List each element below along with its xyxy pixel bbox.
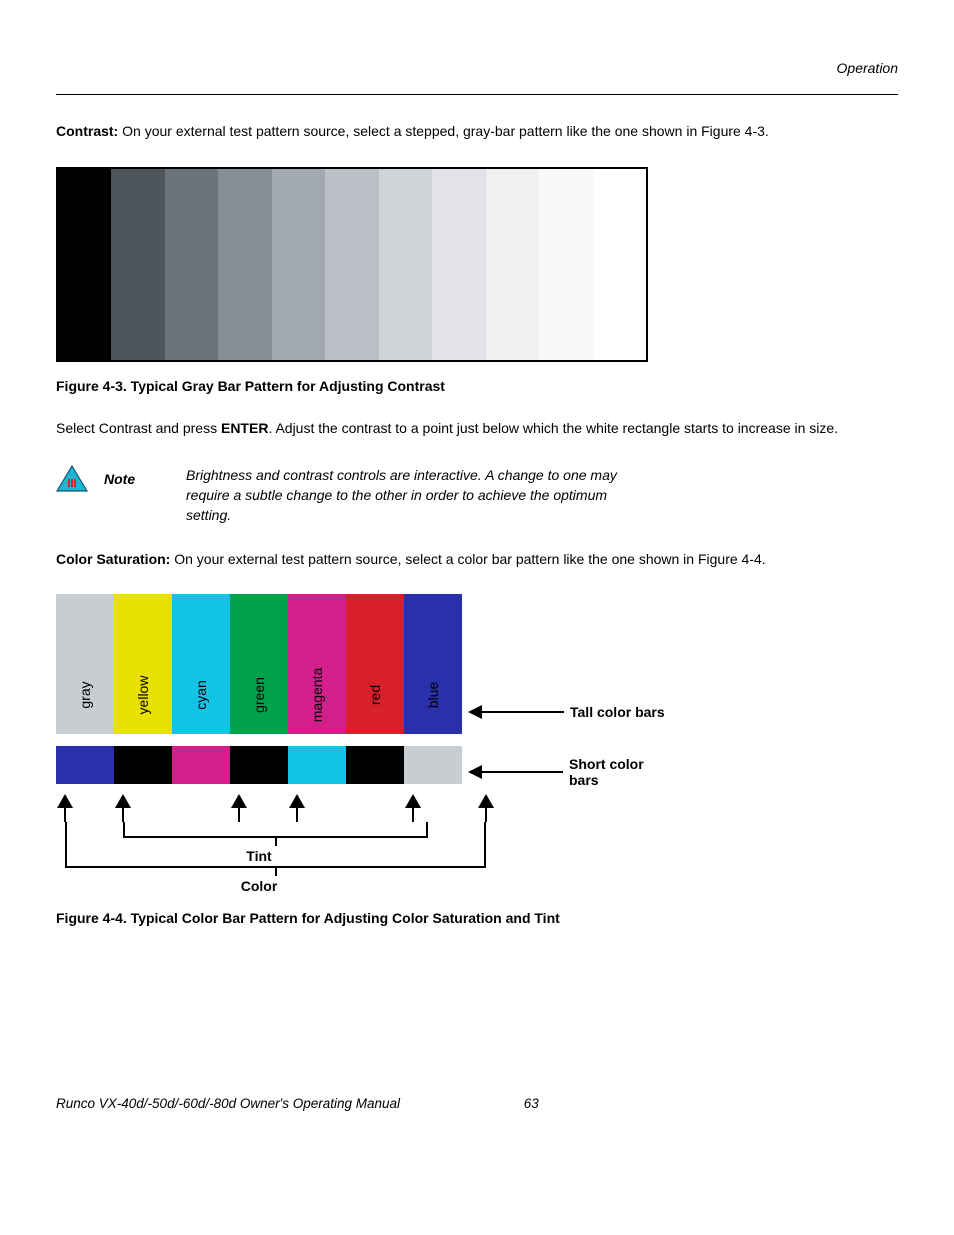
gray-bar-step	[486, 169, 539, 360]
contrast-instr-post: . Adjust the contrast to a point just be…	[268, 420, 838, 436]
contrast-instr-pre: Select Contrast and press	[56, 420, 221, 436]
gray-bar-step	[218, 169, 271, 360]
colorsat-label: Color Saturation:	[56, 551, 170, 567]
up-arrow-icon	[115, 794, 131, 808]
gray-bar-step	[325, 169, 378, 360]
footer-text: Runco VX-40d/-50d/-60d/-80d Owner's Oper…	[56, 1096, 400, 1111]
short-color-bar	[230, 746, 288, 784]
color-drop	[275, 866, 277, 876]
tall-bars-label: Tall color bars	[570, 704, 665, 720]
figure-4-4-caption: Figure 4-4. Typical Color Bar Pattern fo…	[56, 910, 898, 926]
tall-bar-label: blue	[425, 681, 441, 707]
enter-key: ENTER	[221, 420, 268, 436]
short-color-bars	[56, 746, 462, 784]
figure-4-3-caption: Figure 4-3. Typical Gray Bar Pattern for…	[56, 378, 898, 394]
tall-bars-arrow-row: Tall color bars	[468, 704, 665, 720]
short-color-bar	[346, 746, 404, 784]
arrow-left-icon	[468, 765, 563, 779]
colorsat-text: On your external test pattern source, se…	[170, 551, 765, 567]
short-bars-label: Short color bars	[569, 756, 676, 788]
tall-color-bar: magenta	[288, 594, 346, 734]
colorsat-paragraph: Color Saturation: On your external test …	[56, 549, 898, 569]
tall-bar-label: yellow	[135, 675, 151, 714]
gray-bar-step	[539, 169, 592, 360]
note-triangle-icon	[56, 465, 88, 493]
gray-bar-step	[593, 169, 646, 360]
gray-bar-step	[58, 169, 111, 360]
page-footer: Runco VX-40d/-50d/-60d/-80d Owner's Oper…	[56, 1096, 898, 1111]
color-bracket	[65, 822, 486, 868]
gray-bar-step	[432, 169, 485, 360]
tall-color-bar: yellow	[114, 594, 172, 734]
contrast-text: On your external test pattern source, se…	[118, 123, 769, 139]
tall-color-bar: blue	[404, 594, 462, 734]
tall-bar-label: red	[367, 684, 383, 704]
tall-color-bars: gray yellow cyan green magenta red blue	[56, 594, 462, 734]
arrow-left-icon	[468, 705, 564, 719]
contrast-paragraph: Contrast: On your external test pattern …	[56, 121, 898, 141]
gray-bar-step	[111, 169, 164, 360]
up-arrow-icon	[231, 794, 247, 808]
short-color-bar	[288, 746, 346, 784]
tall-bar-label: gray	[77, 681, 93, 708]
short-color-bar	[114, 746, 172, 784]
short-bars-arrow-row: Short color bars	[468, 756, 676, 788]
up-arrows-row	[56, 794, 462, 822]
up-arrow-icon	[57, 794, 73, 808]
up-arrow-icon	[478, 794, 494, 808]
header-rule	[56, 94, 898, 95]
tall-bar-label: magenta	[309, 667, 325, 721]
short-color-bar	[172, 746, 230, 784]
note-label: Note	[104, 465, 170, 487]
short-color-bar	[404, 746, 462, 784]
tall-color-bar: red	[346, 594, 404, 734]
tall-color-bar: gray	[56, 594, 114, 734]
up-arrow-icon	[289, 794, 305, 808]
tall-color-bar: green	[230, 594, 288, 734]
contrast-label: Contrast:	[56, 123, 118, 139]
short-color-bar	[56, 746, 114, 784]
note-text: Brightness and contrast controls are int…	[186, 465, 626, 526]
color-label: Color	[56, 878, 462, 894]
color-bar-figure: gray yellow cyan green magenta red blue Tall c…	[56, 594, 676, 894]
page-number: 63	[524, 1096, 539, 1111]
note-block: Note Brightness and contrast controls ar…	[56, 465, 898, 526]
up-arrow-icon	[405, 794, 421, 808]
gray-bar-figure	[56, 167, 648, 362]
section-heading: Operation	[56, 60, 898, 76]
gray-bar-step	[379, 169, 432, 360]
tall-bar-label: green	[251, 677, 267, 713]
gray-bar-step	[165, 169, 218, 360]
tall-bar-label: cyan	[193, 680, 209, 710]
contrast-instruction: Select Contrast and press ENTER. Adjust …	[56, 418, 898, 438]
gray-bar-step	[272, 169, 325, 360]
tall-color-bar: cyan	[172, 594, 230, 734]
